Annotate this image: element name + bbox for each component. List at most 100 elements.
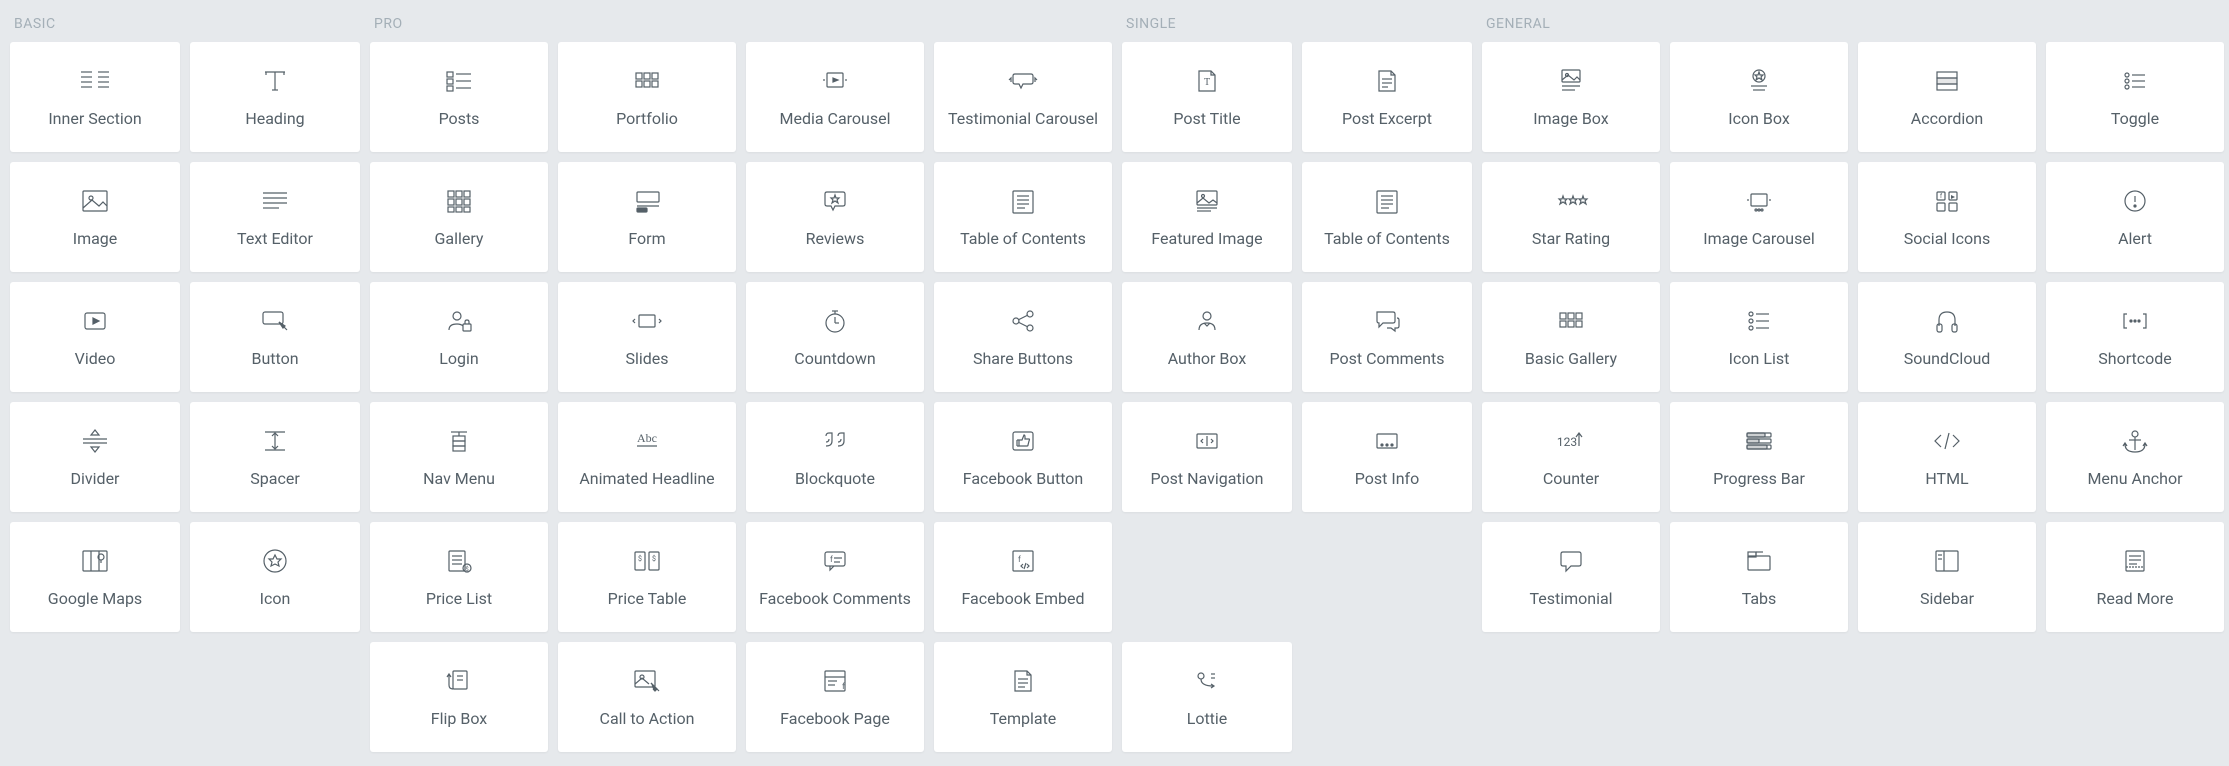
widget-flip-box[interactable]: Flip Box [370,642,548,752]
widget-label: Post Excerpt [1342,110,1432,128]
cta-icon [627,666,667,696]
widget-facebook-comments[interactable]: fFacebook Comments [746,522,924,632]
widget-label: SoundCloud [1904,350,1991,368]
widget-label: Nav Menu [423,470,495,488]
widget-blockquote[interactable]: Blockquote [746,402,924,512]
widget-label: Testimonial Carousel [948,110,1098,128]
widget-shortcode[interactable]: Shortcode [2046,282,2224,392]
fb-page-icon: f [815,666,855,696]
media-carousel-icon [815,66,855,96]
widget-label: Alert [2118,230,2152,248]
widget-sidebar[interactable]: Sidebar [1858,522,2036,632]
widget-alert[interactable]: Alert [2046,162,2224,272]
widget-label: Blockquote [795,470,875,488]
widget-table-of-contents[interactable]: Table of Contents [934,162,1112,272]
widget-price-list[interactable]: $Price List [370,522,548,632]
widget-post-excerpt[interactable]: Post Excerpt [1302,42,1472,152]
widget-slides[interactable]: Slides [558,282,736,392]
widget-label: Spacer [250,470,299,488]
widget-label: Counter [1543,470,1599,488]
widget-star-rating[interactable]: Star Rating [1482,162,1660,272]
widget-post-navigation[interactable]: Post Navigation [1122,402,1292,512]
widget-toggle[interactable]: Toggle [2046,42,2224,152]
widget-reviews[interactable]: Reviews [746,162,924,272]
grid-single: TPost Title Post Excerpt Featured Image Tab… [1122,42,1472,752]
widget-divider[interactable]: Divider [10,402,180,512]
widget-icon[interactable]: Icon [190,522,360,632]
post-info-icon [1367,426,1407,456]
widget-label: Author Box [1168,350,1247,368]
widget-image-carousel[interactable]: Image Carousel [1670,162,1848,272]
grid-general: Image Box Icon Box Accordion Toggle Star Rat… [1482,42,2224,632]
widget-social-icons[interactable]: fSocial Icons [1858,162,2036,272]
svg-text:$: $ [652,555,656,563]
widget-media-carousel[interactable]: Media Carousel [746,42,924,152]
widget-featured-image[interactable]: Featured Image [1122,162,1292,272]
widget-menu-anchor[interactable]: Menu Anchor [2046,402,2224,512]
widget-spacer[interactable]: Spacer [190,402,360,512]
widget-facebook-page[interactable]: f Facebook Page [746,642,924,752]
widget-icon-box[interactable]: Icon Box [1670,42,1848,152]
widget-video[interactable]: Video [10,282,180,392]
widget-text-editor[interactable]: Text Editor [190,162,360,272]
shortcode-icon [2115,306,2155,336]
widget-label: Facebook Embed [961,590,1084,608]
widget-icon-list[interactable]: Icon List [1670,282,1848,392]
widget-label: Testimonial [1529,590,1612,608]
flip-box-icon [439,666,479,696]
widget-template[interactable]: Template [934,642,1112,752]
widget-posts[interactable]: Posts [370,42,548,152]
widget-label: Google Maps [48,590,142,608]
widget-login[interactable]: Login [370,282,548,392]
widget-button[interactable]: Button [190,282,360,392]
widget-price-table[interactable]: $$Price Table [558,522,736,632]
widget-nav-menu[interactable]: Nav Menu [370,402,548,512]
widget-image[interactable]: Image [10,162,180,272]
widget-call-to-action[interactable]: Call to Action [558,642,736,752]
widget-label: Post Title [1173,110,1240,128]
widget-heading[interactable]: Heading [190,42,360,152]
widget-post-title[interactable]: TPost Title [1122,42,1292,152]
widget-counter[interactable]: 123Counter [1482,402,1660,512]
widget-progress-bar[interactable]: Progress Bar [1670,402,1848,512]
widget-gallery[interactable]: Gallery [370,162,548,272]
svg-text:f: f [830,555,833,564]
widget-facebook-button[interactable]: Facebook Button [934,402,1112,512]
widget-animated-headline[interactable]: AbcAnimated Headline [558,402,736,512]
widget-post-info[interactable]: Post Info [1302,402,1472,512]
widget-label: Table of Contents [1324,230,1450,248]
widget-testimonial[interactable]: Testimonial [1482,522,1660,632]
grid6-icon [1551,306,1591,336]
widget-tabs[interactable]: Tabs [1670,522,1848,632]
widget-soundcloud[interactable]: SoundCloud [1858,282,2036,392]
widget-label: Facebook Page [780,710,890,728]
widget-label: Read More [2097,590,2174,608]
section-basic: BASIC Inner SectionHeadingImageText Edit… [10,10,360,632]
widget-accordion[interactable]: Accordion [1858,42,2036,152]
widget-read-more[interactable]: Read More [2046,522,2224,632]
widget-table-of-contents[interactable]: Table of Contents [1302,162,1472,272]
widget-lottie[interactable]: Lottie [1122,642,1292,752]
widget-testimonial-carousel[interactable]: Testimonial Carousel [934,42,1112,152]
widget-label: Divider [71,470,120,488]
widget-countdown[interactable]: Countdown [746,282,924,392]
widget-facebook-embed[interactable]: fFacebook Embed [934,522,1112,632]
widget-label: Media Carousel [780,110,891,128]
widget-portfolio[interactable]: Portfolio [558,42,736,152]
widget-basic-gallery[interactable]: Basic Gallery [1482,282,1660,392]
widget-image-box[interactable]: Image Box [1482,42,1660,152]
anchor-icon [2115,426,2155,456]
widget-google-maps[interactable]: Google Maps [10,522,180,632]
widget-label: Login [439,350,478,368]
widget-share-buttons[interactable]: Share Buttons [934,282,1112,392]
widget-label: Accordion [1911,110,1983,128]
thumb-icon [1003,426,1043,456]
tabs-icon [1739,546,1779,576]
widget-inner-section[interactable]: Inner Section [10,42,180,152]
widget-form[interactable]: Form [558,162,736,272]
widget-post-comments[interactable]: Post Comments [1302,282,1472,392]
section-pro: PRO PostsPortfolioMedia CarouselTestimon… [370,10,1112,752]
widget-label: Icon Box [1728,110,1790,128]
widget-author-box[interactable]: Author Box [1122,282,1292,392]
widget-html[interactable]: HTML [1858,402,2036,512]
